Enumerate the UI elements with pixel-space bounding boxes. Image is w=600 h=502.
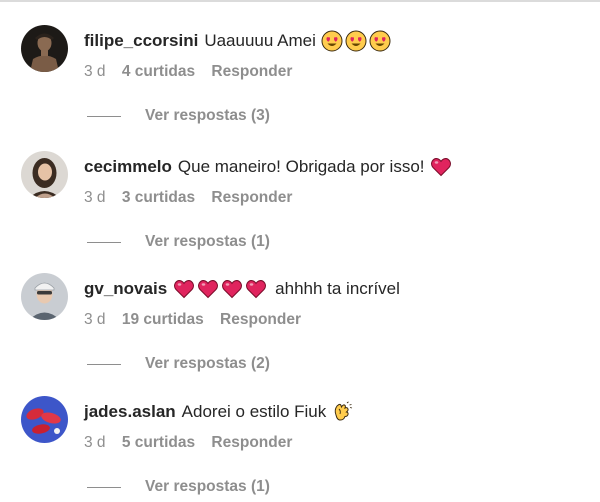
comment-text: Adorei o estilo Fiuk bbox=[181, 402, 327, 421]
avatar[interactable] bbox=[21, 151, 68, 198]
view-replies-button[interactable]: Ver respostas (1) bbox=[87, 478, 270, 496]
replies-divider bbox=[87, 115, 121, 117]
comment-meta: 3 d 4 curtidas Responder bbox=[84, 63, 292, 81]
username-link[interactable]: cecimmelo bbox=[84, 153, 172, 181]
comment-text: Uaauuuu Amei bbox=[204, 31, 316, 50]
emoji-group bbox=[321, 30, 393, 52]
reply-button[interactable]: Responder bbox=[220, 311, 301, 328]
emoji-group bbox=[173, 278, 269, 300]
comment-time: 3 d bbox=[84, 63, 106, 80]
comment-time: 3 d bbox=[84, 434, 106, 451]
comment-text: ahhhh ta incrível bbox=[275, 279, 400, 298]
comment-item: jades.aslan Adorei o estilo Fiuk 3 d 5 c… bbox=[0, 396, 600, 502]
avatar-photo-icon bbox=[21, 151, 68, 198]
comments-panel: filipe_ccorsini Uaauuuu Amei 3 d 4 curti… bbox=[0, 0, 600, 502]
comment-line: filipe_ccorsini Uaauuuu Amei bbox=[84, 27, 393, 55]
comment-item: filipe_ccorsini Uaauuuu Amei 3 d 4 curti… bbox=[0, 25, 600, 145]
likes-count-button[interactable]: 4 curtidas bbox=[122, 63, 195, 80]
replies-divider bbox=[87, 363, 121, 365]
comment-line: cecimmelo Que maneiro! Obrigada por isso… bbox=[84, 153, 454, 181]
likes-count-button[interactable]: 3 curtidas bbox=[122, 189, 195, 206]
comment-time: 3 d bbox=[84, 311, 106, 328]
view-replies-label: Ver respostas (1) bbox=[145, 478, 270, 495]
avatar[interactable] bbox=[21, 273, 68, 320]
view-replies-button[interactable]: Ver respostas (2) bbox=[87, 355, 270, 373]
comment-item: cecimmelo Que maneiro! Obrigada por isso… bbox=[0, 151, 600, 271]
reply-button[interactable]: Responder bbox=[211, 189, 292, 206]
reply-button[interactable]: Responder bbox=[211, 63, 292, 80]
view-replies-button[interactable]: Ver respostas (3) bbox=[87, 107, 270, 125]
heart-eyes-emoji-icon bbox=[345, 30, 367, 52]
avatar[interactable] bbox=[21, 25, 68, 72]
red-heart-emoji-icon bbox=[173, 278, 195, 300]
heart-eyes-emoji-icon bbox=[321, 30, 343, 52]
heart-eyes-emoji-icon bbox=[369, 30, 391, 52]
avatar-photo-icon bbox=[21, 396, 68, 443]
clapping-hands-emoji-icon bbox=[331, 401, 353, 423]
username-link[interactable]: jades.aslan bbox=[84, 398, 176, 426]
comment-line: jades.aslan Adorei o estilo Fiuk bbox=[84, 398, 355, 426]
red-heart-emoji-icon bbox=[221, 278, 243, 300]
view-replies-label: Ver respostas (3) bbox=[145, 107, 270, 124]
comment-meta: 3 d 5 curtidas Responder bbox=[84, 434, 292, 452]
comment-meta: 3 d 3 curtidas Responder bbox=[84, 189, 292, 207]
comment-line: gv_novais ahhhh ta incrível bbox=[84, 275, 400, 303]
avatar-photo-icon bbox=[21, 273, 68, 320]
comment-time: 3 d bbox=[84, 189, 106, 206]
replies-divider bbox=[87, 241, 121, 243]
view-replies-button[interactable]: Ver respostas (1) bbox=[87, 233, 270, 251]
username-link[interactable]: filipe_ccorsini bbox=[84, 27, 198, 55]
emoji-group bbox=[331, 401, 355, 423]
red-heart-emoji-icon bbox=[430, 156, 452, 178]
comment-meta: 3 d 19 curtidas Responder bbox=[84, 311, 301, 329]
username-link[interactable]: gv_novais bbox=[84, 275, 167, 303]
comment-item: gv_novais ahhhh ta incrível 3 d 19 curti… bbox=[0, 273, 600, 393]
reply-button[interactable]: Responder bbox=[211, 434, 292, 451]
top-divider bbox=[0, 0, 600, 2]
avatar-photo-icon bbox=[21, 25, 68, 72]
comment-text: Que maneiro! Obrigada por isso! bbox=[177, 157, 425, 176]
view-replies-label: Ver respostas (2) bbox=[145, 355, 270, 372]
likes-count-button[interactable]: 19 curtidas bbox=[122, 311, 204, 328]
avatar[interactable] bbox=[21, 396, 68, 443]
red-heart-emoji-icon bbox=[197, 278, 219, 300]
red-heart-emoji-icon bbox=[245, 278, 267, 300]
view-replies-label: Ver respostas (1) bbox=[145, 233, 270, 250]
replies-divider bbox=[87, 486, 121, 488]
emoji-group bbox=[430, 156, 454, 178]
likes-count-button[interactable]: 5 curtidas bbox=[122, 434, 195, 451]
